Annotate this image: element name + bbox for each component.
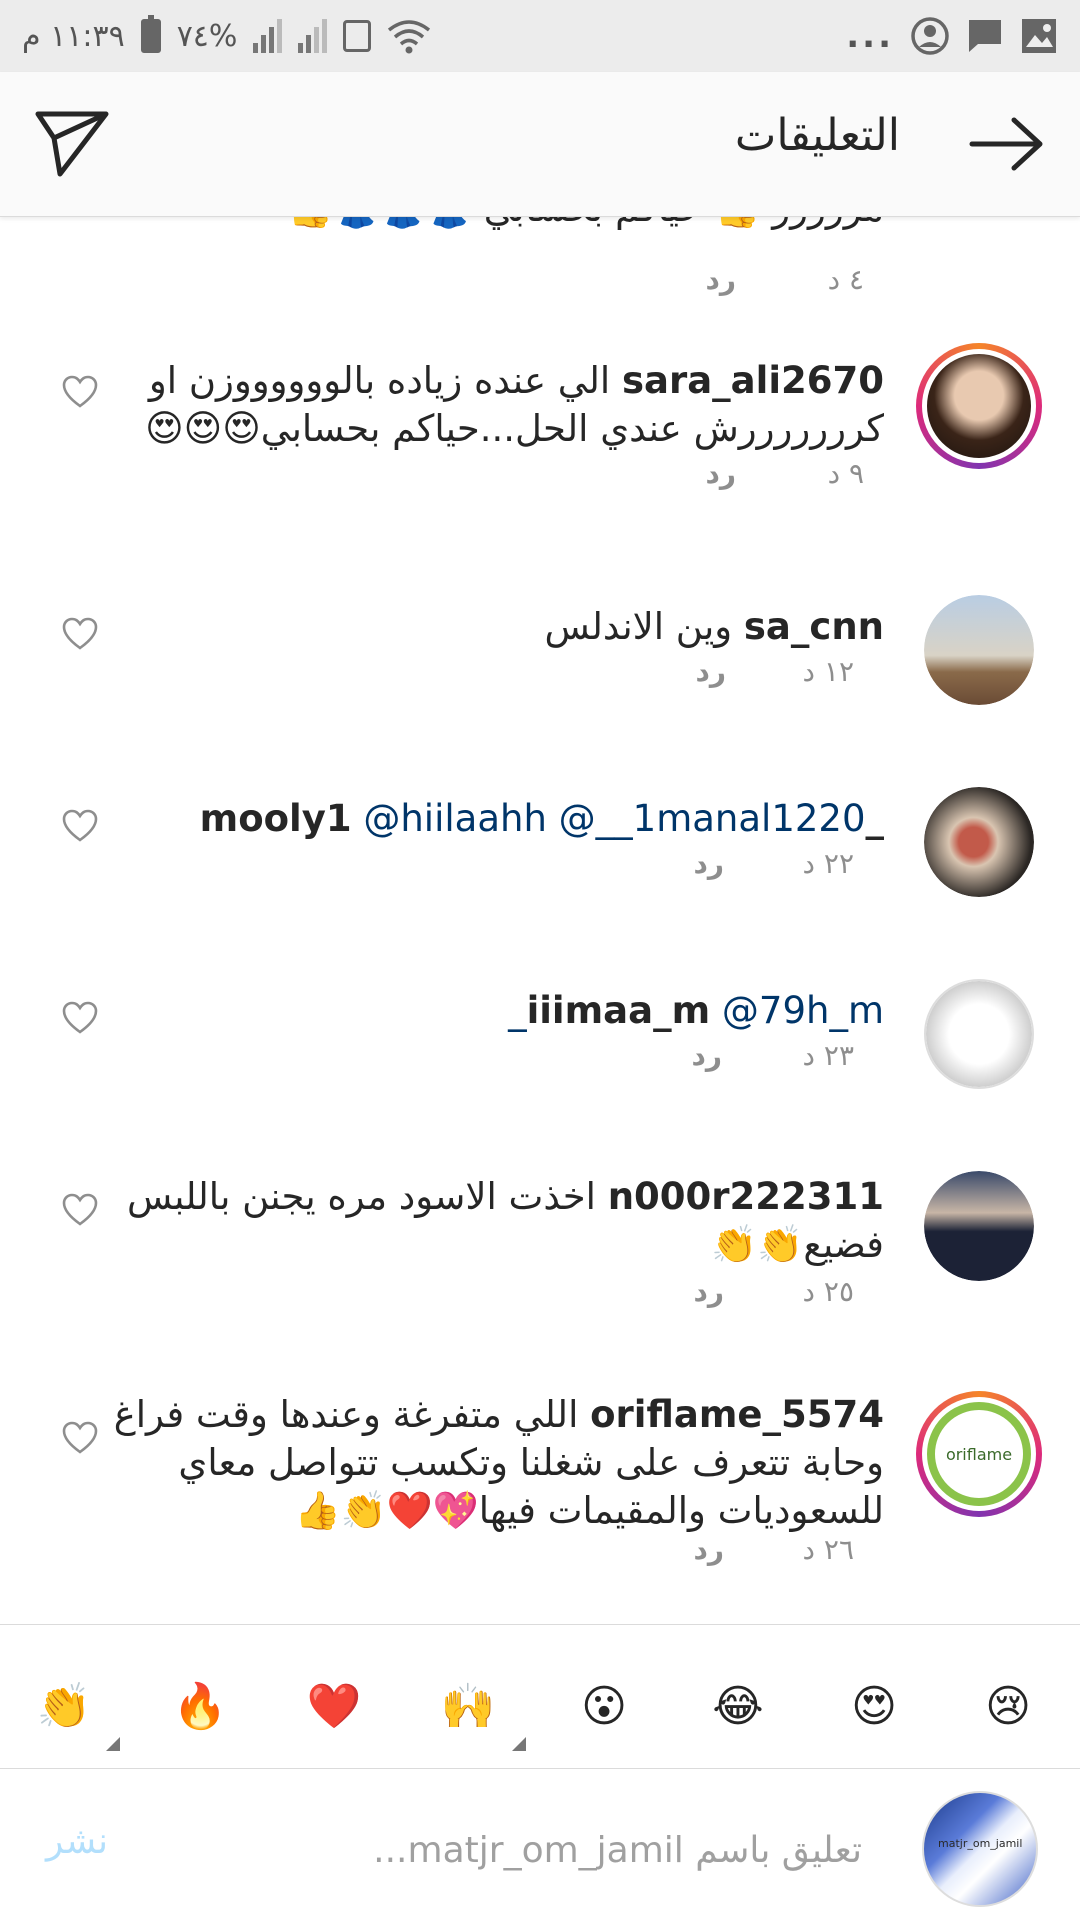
reply-button[interactable]: رد xyxy=(706,263,737,296)
comment-text: oriflame_5574 اللي متفرغة وعندها وقت فرا… xyxy=(104,1391,884,1535)
variant-indicator-icon xyxy=(512,1737,526,1751)
comment-username[interactable]: sa_cnn xyxy=(744,605,884,648)
comment-input[interactable] xyxy=(220,1819,864,1881)
status-bar: ١١:٣٩ م %٧٤ ... xyxy=(0,0,1080,72)
emoji-surprised-button[interactable]: 😮 xyxy=(562,1665,646,1749)
status-bar-left: ١١:٣٩ م %٧٤ xyxy=(22,15,431,54)
variant-indicator-icon xyxy=(106,1737,120,1751)
comment-time: ٤ د xyxy=(827,263,864,296)
comment-mention[interactable]: @hiilaahh xyxy=(363,797,547,840)
emoji-fire-button[interactable]: 🔥 xyxy=(158,1665,242,1749)
avatar[interactable] xyxy=(924,787,1034,897)
like-heart-icon[interactable] xyxy=(62,1193,98,1227)
reply-button[interactable]: رد xyxy=(706,457,737,490)
comments-header: التعليقات xyxy=(0,72,1080,217)
message-icon xyxy=(966,17,1004,55)
like-heart-icon[interactable] xyxy=(62,617,98,651)
comment-meta: ٢٦ د رد xyxy=(484,1533,884,1573)
comment-username[interactable]: iiimaa_m xyxy=(527,989,711,1032)
comment-text: n000r222311 اخذت الاسود مره يجنن باللبس … xyxy=(104,1173,884,1269)
comment-text: مررررر 👍 حياكم بحسابي 👗👗👗👍 xyxy=(104,217,884,233)
avatar[interactable] xyxy=(924,595,1034,705)
comment-username[interactable]: sara_ali2670 xyxy=(622,359,884,402)
emoji-quick-bar: 😢 😍 😂 😮 🙌 ❤️ 🔥 👏 xyxy=(0,1624,1080,1769)
comment-meta: ٩ د رد xyxy=(484,457,884,497)
like-heart-icon[interactable] xyxy=(62,1421,98,1455)
avatar[interactable]: oriflame xyxy=(916,1391,1042,1517)
signal-icon-2 xyxy=(298,19,328,53)
status-bar-right: ... xyxy=(846,16,1058,56)
like-heart-icon[interactable] xyxy=(62,1001,98,1035)
emoji-raised-hands-button[interactable]: 🙌 xyxy=(426,1665,510,1749)
emoji-crying-button[interactable]: 😢 xyxy=(966,1665,1050,1749)
avatar[interactable] xyxy=(924,979,1034,1089)
comment-time: ٢٣ د xyxy=(802,1039,854,1072)
emoji-heart-eyes-button[interactable]: 😍 xyxy=(832,1665,916,1749)
comment-body: وين الاندلس xyxy=(544,605,733,648)
like-heart-icon[interactable] xyxy=(62,809,98,843)
clock: ١١:٣٩ م xyxy=(22,18,125,54)
more-icon: ... xyxy=(846,16,894,56)
comment-time: ٢٦ د xyxy=(802,1533,854,1566)
gallery-icon xyxy=(1020,17,1058,55)
avatar-image xyxy=(927,354,1031,458)
wifi-icon xyxy=(387,18,431,54)
avatar[interactable] xyxy=(924,1171,1034,1281)
comment-meta: ٤ د رد xyxy=(484,263,884,303)
comment-meta: ٢٥ د رد xyxy=(484,1275,884,1315)
emoji-laughing-button[interactable]: 😂 xyxy=(696,1665,780,1749)
avatar[interactable] xyxy=(916,343,1042,469)
emoji-red-heart-button[interactable]: ❤️ xyxy=(292,1665,376,1749)
battery-percent: %٧٤ xyxy=(176,18,238,54)
reply-button[interactable]: رد xyxy=(694,1533,725,1566)
avatar-image xyxy=(924,787,1034,897)
like-heart-icon[interactable] xyxy=(62,375,98,409)
comment-username[interactable]: n000r222311 xyxy=(608,1175,884,1218)
comment-time: ١٢ د xyxy=(802,655,854,688)
avatar: matjr_om_jamil xyxy=(922,1791,1038,1907)
comment-meta: ١٢ د رد xyxy=(484,655,884,695)
sim-icon xyxy=(343,20,372,52)
avatar-label: matjr_om_jamil xyxy=(938,1837,1023,1850)
reply-button[interactable]: رد xyxy=(692,1039,723,1072)
avatar-image xyxy=(926,981,1032,1087)
comment-text: _mooly1 @hiilaahh @__1manal1220 xyxy=(104,795,884,843)
comment-time: ٢٢ د xyxy=(802,847,854,880)
comment-username[interactable]: oriflame_5574 xyxy=(590,1393,884,1436)
avatar-ring: oriflame xyxy=(922,1397,1036,1511)
comment-compose-bar: matjr_om_jamil نشر xyxy=(0,1768,1080,1921)
avatar-ring xyxy=(922,349,1036,463)
avatar-image xyxy=(924,1171,1034,1281)
comment-mention[interactable]: @__1manal1220 xyxy=(559,797,866,840)
reply-button[interactable]: رد xyxy=(696,655,727,688)
page-title: التعليقات xyxy=(734,110,900,161)
reply-button[interactable]: رد xyxy=(694,1275,725,1308)
back-arrow-icon[interactable] xyxy=(968,116,1044,172)
comments-list[interactable]: مررررر 👍 حياكم بحسابي 👗👗👗👍 ٤ د رد sara_a… xyxy=(0,217,1080,1623)
comment-time: ٩ د xyxy=(827,457,864,490)
avatar-image xyxy=(924,595,1034,705)
comment-time: ٢٥ د xyxy=(802,1275,854,1308)
comment-text: sa_cnn وين الاندلس xyxy=(104,603,884,651)
send-icon[interactable] xyxy=(34,108,110,180)
avatar-image: oriflame xyxy=(927,1402,1031,1506)
comment-meta: ٢٣ د رد xyxy=(484,1039,884,1079)
signal-icon xyxy=(253,19,283,53)
battery-icon xyxy=(140,15,161,53)
comment-text: sara_ali2670 الي عنده زياده بالووووووزن … xyxy=(104,357,884,453)
comment-text: iiimaa_m @79h_m_ xyxy=(104,987,884,1035)
comment-meta: ٢٢ د رد xyxy=(484,847,884,887)
post-button[interactable]: نشر xyxy=(46,1821,108,1862)
reply-button[interactable]: رد xyxy=(694,847,725,880)
emoji-clapping-button[interactable]: 👏 xyxy=(22,1665,106,1749)
account-circle-icon xyxy=(910,16,950,56)
